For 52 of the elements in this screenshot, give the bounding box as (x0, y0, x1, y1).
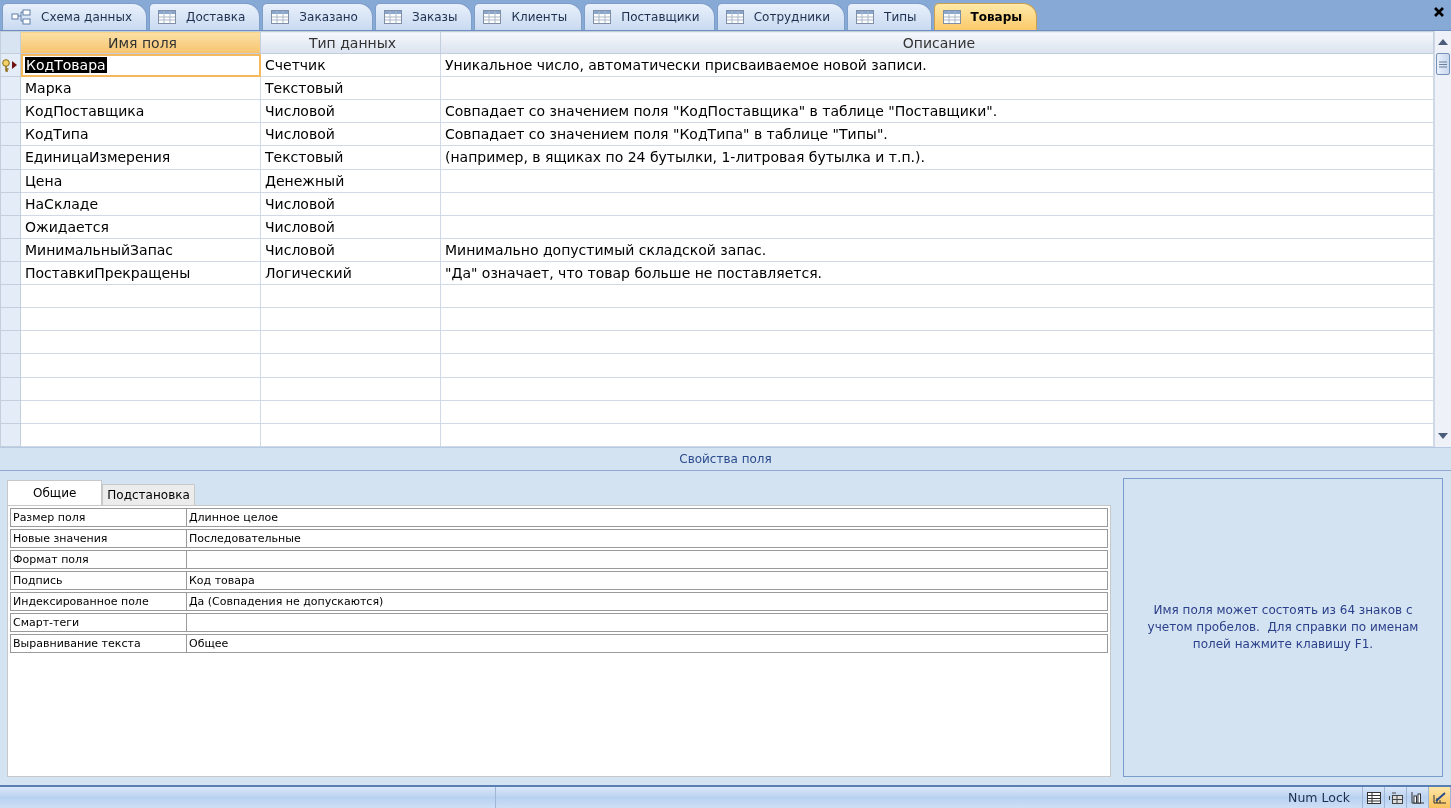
current-row-icon (12, 61, 17, 70)
design-view-icon[interactable] (1432, 791, 1447, 804)
table-icon (271, 10, 290, 24)
scroll-thumb[interactable] (1436, 53, 1450, 75)
property-value[interactable]: Последовательные (187, 532, 301, 545)
document-tab[interactable]: Клиенты (474, 3, 583, 30)
scroll-up-icon[interactable] (1438, 39, 1448, 45)
document-tab[interactable]: Доставка (149, 3, 261, 30)
pivot-table-icon[interactable] (1388, 791, 1403, 804)
key-icon (1, 58, 12, 72)
column-header[interactable]: Описание (440, 31, 1434, 54)
table-icon (856, 10, 875, 24)
property-name: Новые значения (12, 532, 108, 545)
scroll-down-icon[interactable] (1438, 433, 1448, 439)
property-name: Индексированное поле (12, 595, 149, 608)
property-name: Формат поля (12, 553, 89, 566)
section-title: Свойства поля (679, 452, 772, 466)
document-tab[interactable]: Схема данных (2, 3, 147, 30)
document-tab[interactable]: Типы (847, 3, 932, 30)
field-name-cell[interactable]: Марка (25, 80, 72, 97)
property-tab[interactable]: Общие (7, 480, 103, 505)
datasheet-view-icon[interactable] (1366, 791, 1381, 804)
table-icon (725, 10, 744, 24)
help-text: Имя поля может состоять из 64 знаков с учетом пробелов. Для справки по именам полей нажмите клавишу F1. (1146, 602, 1420, 653)
document-tab[interactable]: Заказано (262, 3, 373, 30)
column-header[interactable]: Имя поля (20, 31, 261, 54)
document-tab[interactable]: Сотрудники (716, 3, 846, 30)
column-header[interactable]: Тип данных (260, 31, 441, 54)
document-tab[interactable]: Заказы (374, 3, 473, 30)
table-icon (942, 10, 961, 24)
table-icon (158, 10, 176, 24)
property-value[interactable]: Общее (187, 637, 229, 650)
property-name: Подпись (12, 574, 63, 587)
table-icon (483, 10, 502, 24)
field-name-cell[interactable]: КодТовара (25, 57, 107, 74)
table-icon (383, 10, 402, 24)
property-value[interactable]: Код товара (187, 574, 255, 587)
document-tab[interactable]: Поставщики (584, 3, 715, 30)
property-name: Выравнивание текста (12, 637, 141, 650)
field-name-cell[interactable]: Цена (25, 172, 63, 189)
property-name: Размер поля (12, 511, 86, 524)
document-tab[interactable]: Товары (933, 3, 1038, 30)
close-icon[interactable] (1433, 6, 1445, 18)
table-icon (593, 10, 612, 24)
property-name: Смарт-теги (12, 616, 80, 629)
property-value[interactable]: Да (Совпадения не допускаются) (187, 595, 384, 608)
diagram-icon (11, 9, 31, 25)
property-value[interactable]: Длинное целое (187, 511, 278, 524)
pivot-chart-icon[interactable] (1410, 791, 1425, 804)
property-tab[interactable]: Подстановка (102, 484, 195, 505)
field-name-cell[interactable]: КодТипа (25, 126, 89, 143)
num-lock-indicator: Num Lock (1288, 790, 1351, 805)
